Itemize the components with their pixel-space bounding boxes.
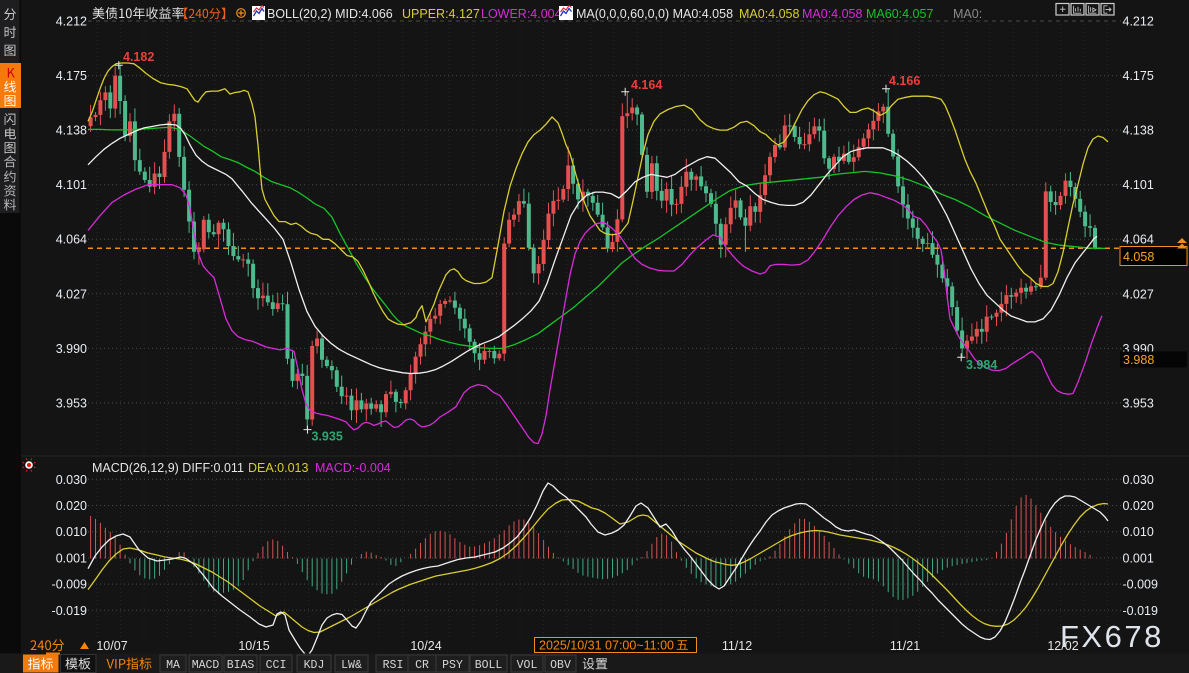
svg-text:-0.019: -0.019 bbox=[52, 604, 87, 618]
svg-text:MACD(26,12,9) DIFF:0.011: MACD(26,12,9) DIFF:0.011 bbox=[92, 461, 244, 475]
svg-text:2025/10/31 07:00~11:00: 2025/10/31 07:00~11:00 bbox=[539, 639, 674, 653]
svg-text:4.164: 4.164 bbox=[631, 78, 662, 92]
svg-text:0.001: 0.001 bbox=[1123, 551, 1154, 565]
svg-text:-0.009: -0.009 bbox=[52, 578, 87, 592]
svg-text:0.010: 0.010 bbox=[56, 525, 87, 539]
svg-text:10/15: 10/15 bbox=[238, 639, 269, 653]
svg-text:KDJ: KDJ bbox=[304, 659, 325, 672]
svg-text:0.001: 0.001 bbox=[56, 551, 87, 565]
svg-text:LW&: LW& bbox=[341, 659, 362, 672]
svg-text:4.212: 4.212 bbox=[56, 15, 87, 29]
svg-text:MA0:: MA0: bbox=[953, 7, 982, 21]
svg-text:3.984: 3.984 bbox=[966, 358, 997, 372]
svg-text:MACD: MACD bbox=[192, 659, 220, 672]
svg-text:0.030: 0.030 bbox=[56, 473, 87, 487]
svg-text:PSY: PSY bbox=[442, 659, 463, 672]
svg-text:11/12: 11/12 bbox=[722, 639, 752, 653]
svg-text:4.064: 4.064 bbox=[56, 233, 87, 247]
svg-text:4.212: 4.212 bbox=[1123, 15, 1154, 29]
svg-text:CCI: CCI bbox=[266, 659, 287, 672]
svg-text:3.935: 3.935 bbox=[312, 430, 343, 444]
svg-text:FX678: FX678 bbox=[1060, 619, 1164, 654]
svg-text:LOWER:4.004: LOWER:4.004 bbox=[481, 7, 562, 21]
svg-text:-0.019: -0.019 bbox=[1123, 604, 1158, 618]
svg-text:-0.009: -0.009 bbox=[1123, 578, 1158, 592]
svg-text:BIAS: BIAS bbox=[227, 659, 255, 672]
svg-text:4.027: 4.027 bbox=[1123, 287, 1154, 301]
svg-text:4.064: 4.064 bbox=[1123, 233, 1154, 247]
svg-text:0.020: 0.020 bbox=[1123, 499, 1154, 513]
svg-text:CR: CR bbox=[415, 659, 429, 672]
svg-text:4.101: 4.101 bbox=[56, 178, 87, 192]
svg-text:11/21: 11/21 bbox=[890, 639, 920, 653]
svg-text:MA0:4.058: MA0:4.058 bbox=[802, 7, 863, 21]
svg-text:DEA:0.013: DEA:0.013 bbox=[248, 461, 309, 475]
svg-text:3.953: 3.953 bbox=[56, 396, 87, 410]
svg-text:4.182: 4.182 bbox=[123, 50, 154, 64]
svg-text:MA(0,0,0,60,0,0) MA0:4.058: MA(0,0,0,60,0,0) MA0:4.058 bbox=[576, 7, 733, 21]
svg-text:4.138: 4.138 bbox=[56, 124, 87, 138]
svg-text:MA: MA bbox=[166, 659, 180, 672]
svg-text:0.030: 0.030 bbox=[1123, 473, 1154, 487]
svg-text:4.175: 4.175 bbox=[1123, 69, 1154, 83]
svg-text:MA0:4.058: MA0:4.058 bbox=[739, 7, 800, 21]
svg-text:3.988: 3.988 bbox=[1123, 353, 1154, 367]
svg-text:RSI: RSI bbox=[383, 659, 404, 672]
svg-text:BOLL: BOLL bbox=[475, 659, 503, 672]
svg-text:10/24: 10/24 bbox=[410, 639, 441, 653]
svg-text:VOL: VOL bbox=[517, 659, 538, 672]
svg-text:4.138: 4.138 bbox=[1123, 124, 1154, 138]
svg-text:4.175: 4.175 bbox=[56, 69, 87, 83]
svg-text:3.990: 3.990 bbox=[56, 342, 87, 356]
svg-text:4.027: 4.027 bbox=[56, 287, 87, 301]
svg-text:4.101: 4.101 bbox=[1123, 178, 1154, 192]
svg-text:UPPER:4.127: UPPER:4.127 bbox=[402, 7, 480, 21]
svg-text:0.020: 0.020 bbox=[56, 499, 87, 513]
svg-text:BOLL(20,2) MID:4.066: BOLL(20,2) MID:4.066 bbox=[267, 7, 393, 21]
svg-text:4.166: 4.166 bbox=[889, 74, 920, 88]
svg-text:10/07: 10/07 bbox=[96, 639, 127, 653]
svg-text:3.953: 3.953 bbox=[1123, 396, 1154, 410]
svg-text:0.010: 0.010 bbox=[1123, 525, 1154, 539]
svg-text:MA60:4.057: MA60:4.057 bbox=[866, 7, 933, 21]
svg-text:4.058: 4.058 bbox=[1123, 250, 1154, 264]
svg-text:OBV: OBV bbox=[550, 659, 571, 672]
svg-text:MACD:-0.004: MACD:-0.004 bbox=[315, 461, 391, 475]
